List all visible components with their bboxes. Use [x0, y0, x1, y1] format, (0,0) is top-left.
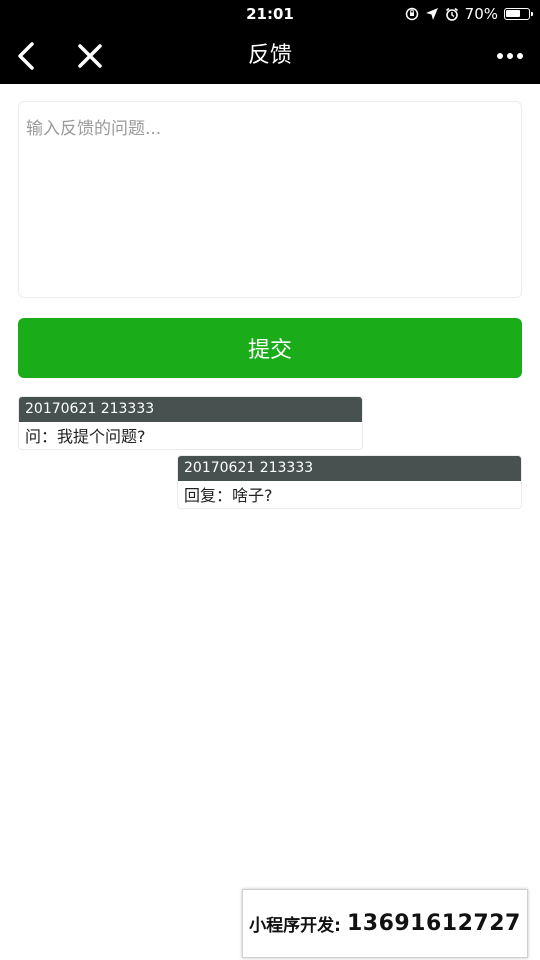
message-timestamp: 20170621 213333: [19, 397, 362, 422]
orientation-lock-icon: [405, 7, 418, 21]
status-right: 70%: [405, 0, 533, 28]
question-message: 20170621 213333 问：我提个问题?: [18, 396, 363, 450]
promo-label: 小程序开发:: [249, 916, 341, 936]
battery-level: [506, 10, 520, 17]
close-icon[interactable]: [72, 38, 108, 74]
feedback-textarea[interactable]: [18, 101, 522, 298]
more-dots-icon[interactable]: [488, 38, 532, 74]
more-dot: [507, 53, 513, 59]
battery-percentage: 70%: [464, 5, 498, 23]
message-text: 回复：啥子?: [184, 486, 273, 505]
nav-bar: 反馈: [0, 28, 540, 84]
battery-icon: [504, 8, 533, 20]
message-timestamp: 20170621 213333: [178, 456, 521, 481]
reply-message: 20170621 213333 回复：啥子?: [177, 455, 522, 509]
submit-button[interactable]: 提交: [18, 318, 522, 378]
message-text: 问：我提个问题?: [25, 427, 146, 446]
back-chevron-icon[interactable]: [10, 38, 46, 74]
promo-banner: 小程序开发: 13691612727: [242, 889, 528, 958]
more-dot: [497, 53, 503, 59]
more-dot: [517, 53, 523, 59]
alarm-icon: [445, 7, 458, 21]
location-arrow-icon: [425, 8, 438, 20]
promo-phone-number: 13691612727: [346, 911, 521, 936]
status-bar: 21:01 70%: [0, 0, 540, 28]
